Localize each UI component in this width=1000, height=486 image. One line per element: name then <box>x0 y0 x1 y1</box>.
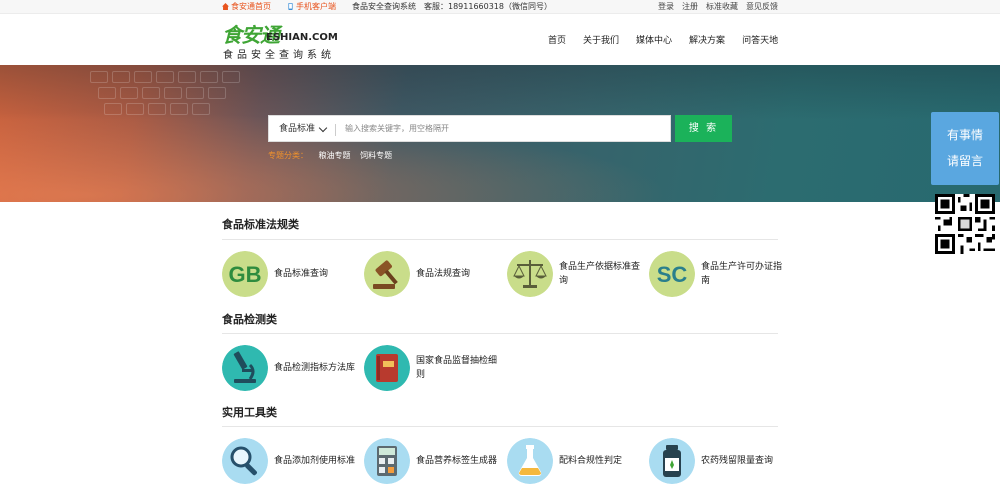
phone-icon <box>288 3 293 10</box>
leave-message-line1: 有事情 <box>946 128 983 142</box>
svg-text:SC: SC <box>657 262 688 287</box>
card-food-standard-query[interactable]: GB 食品标准查询 <box>222 249 362 299</box>
mobile-client-label: 手机客户端 <box>296 2 336 11</box>
bookmark-link[interactable]: 标准收藏 <box>706 0 738 14</box>
floating-message-panel: 有事情 请留言 <box>931 112 999 257</box>
card-label: 食品添加剂使用标准 <box>274 456 356 466</box>
card-label: 食品营养标签生成器 <box>416 456 498 466</box>
scale-icon <box>507 251 553 297</box>
hero-banner: 食品标准 搜 索 专题分类： 粮油专题 饲料专题 <box>0 65 1000 202</box>
card-label: 国家食品监督抽检细则 <box>416 356 498 380</box>
flask-icon <box>507 438 553 484</box>
card-ingredient-compliance[interactable]: 配料合规性判定 <box>507 436 647 486</box>
nav-solutions[interactable]: 解决方案 <box>689 33 725 46</box>
logo-domain-text: ESHIAN.COM <box>266 32 338 43</box>
nav-qa[interactable]: 问答天地 <box>742 33 778 46</box>
card-nutrition-label-generator[interactable]: 食品营养标签生成器 <box>364 436 504 486</box>
home-link-label: 食安通首页 <box>231 2 271 11</box>
card-additive-standard[interactable]: 食品添加剂使用标准 <box>222 436 362 486</box>
sc-icon: SC <box>649 251 695 297</box>
card-food-regulation-query[interactable]: 食品法规查询 <box>364 249 504 299</box>
nav-about[interactable]: 关于我们 <box>583 33 619 46</box>
top-utility-bar: 食安通首页 手机客户端 食品安全查询系统 客服：18911660318（微信同号… <box>0 0 1000 14</box>
gb-icon: GB <box>222 251 268 297</box>
section-title-tools: 实用工具类 <box>222 406 277 419</box>
login-link[interactable]: 登录 <box>658 0 674 14</box>
card-production-license-guide[interactable]: SC 食品生产许可办证指南 <box>649 249 789 299</box>
search-category-select[interactable]: 食品标准 <box>279 116 315 143</box>
card-label: 食品法规查询 <box>416 269 471 279</box>
topic-categories-label: 专题分类： <box>268 151 308 160</box>
home-icon <box>222 3 229 10</box>
topic-categories: 专题分类： 粮油专题 饲料专题 <box>268 151 399 161</box>
card-supervision-sampling-rules[interactable]: 国家食品监督抽检细则 <box>364 343 504 393</box>
calculator-icon <box>364 438 410 484</box>
search-box: 食品标准 <box>268 115 671 142</box>
site-header: 食安通 ESHIAN.COM 食品安全查询系统 首页 关于我们 媒体中心 解决方… <box>0 15 1000 65</box>
logo-subtitle: 食品安全查询系统 <box>223 50 335 61</box>
search-divider <box>335 124 336 136</box>
gavel-icon <box>364 251 410 297</box>
card-testing-method-library[interactable]: 食品检测指标方法库 <box>222 343 362 393</box>
main-nav: 首页 关于我们 媒体中心 解决方案 问答天地 <box>548 33 795 46</box>
card-label: 农药残留限量查询 <box>701 456 774 466</box>
card-label: 食品生产依据标准查询 <box>559 262 641 286</box>
section-title-testing: 食品检测类 <box>222 313 277 326</box>
home-link[interactable]: 食安通首页 <box>222 0 279 14</box>
nav-home[interactable]: 首页 <box>548 33 566 46</box>
topic-feed[interactable]: 饲料专题 <box>360 151 392 160</box>
search-input[interactable] <box>345 116 665 141</box>
card-label: 食品标准查询 <box>274 269 329 279</box>
register-link[interactable]: 注册 <box>682 0 698 14</box>
bottle-icon <box>649 438 695 484</box>
book-icon <box>364 345 410 391</box>
search-button[interactable]: 搜 索 <box>675 115 732 142</box>
card-production-basis-standard[interactable]: 食品生产依据标准查询 <box>507 249 647 299</box>
leave-message-button[interactable]: 有事情 请留言 <box>931 112 999 185</box>
magnifier-icon <box>222 438 268 484</box>
card-pesticide-residue-query[interactable]: 农药残留限量查询 <box>649 436 789 486</box>
feedback-link[interactable]: 意见反馈 <box>746 0 778 14</box>
qr-code-icon <box>935 194 995 254</box>
svg-text:GB: GB <box>229 262 262 287</box>
mobile-client-link[interactable]: 手机客户端 <box>287 0 344 14</box>
microscope-icon <box>222 345 268 391</box>
card-label: 食品检测指标方法库 <box>274 363 356 373</box>
nav-media[interactable]: 媒体中心 <box>636 33 672 46</box>
section-divider <box>222 239 778 240</box>
section-title-standards: 食品标准法规类 <box>222 218 299 231</box>
site-logo[interactable]: 食安通 ESHIAN.COM 食品安全查询系统 <box>222 19 354 63</box>
customer-service: 客服：18911660318（微信同号） <box>424 2 552 11</box>
topic-grain-oil[interactable]: 粮油专题 <box>319 151 351 160</box>
card-label: 食品生产许可办证指南 <box>701 262 783 286</box>
chevron-down-icon[interactable] <box>318 123 328 133</box>
section-divider <box>222 333 778 334</box>
section-divider <box>222 426 778 427</box>
system-name: 食品安全查询系统 <box>352 2 416 11</box>
leave-message-line2: 请留言 <box>946 154 983 168</box>
card-label: 配料合规性判定 <box>559 456 623 466</box>
